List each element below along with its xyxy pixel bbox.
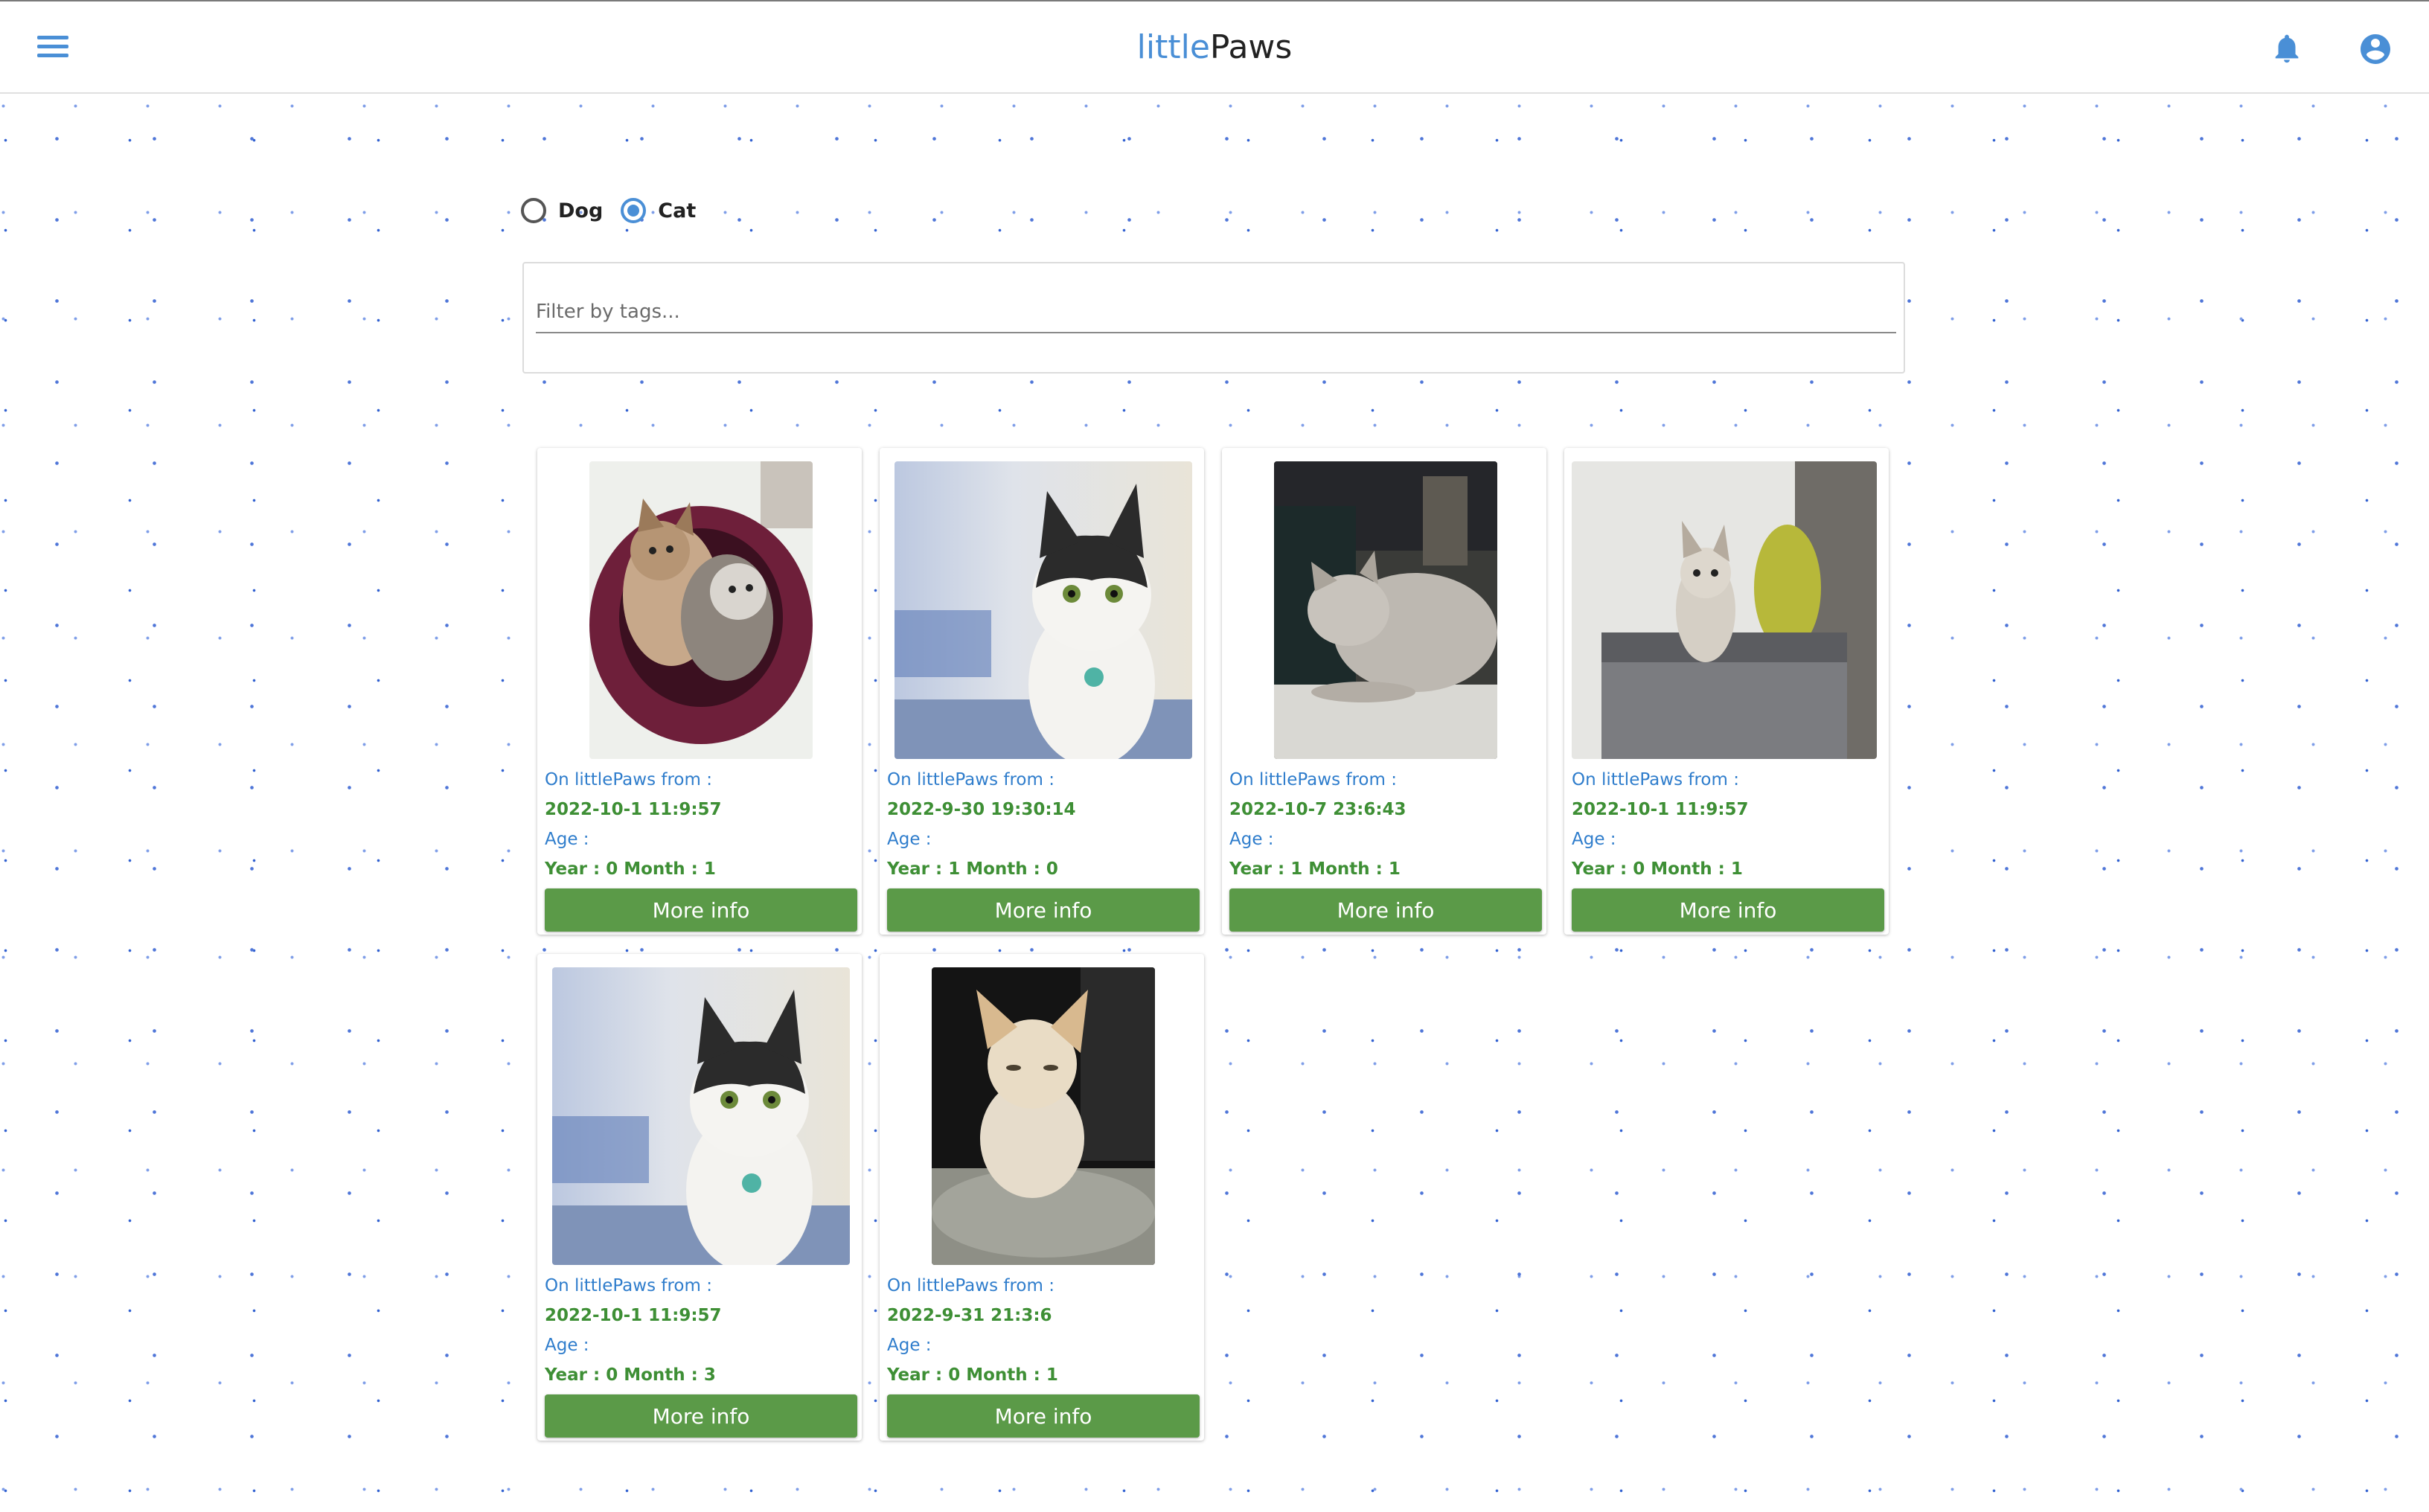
account-circle-icon[interactable] <box>2358 31 2393 67</box>
pet-card: On littlePaws from : 2022-9-30 19:30:14 … <box>880 448 1204 935</box>
pet-info: On littlePaws from : 2022-10-7 23:6:43 A… <box>1229 765 1406 884</box>
more-info-button[interactable]: More info <box>545 888 857 932</box>
tag-filter-input[interactable] <box>536 296 1896 333</box>
brand-light-text: little <box>1136 28 1210 66</box>
cat-photo <box>1572 461 1877 759</box>
tag-filter-panel <box>522 262 1905 374</box>
on-littlepaws-label: On littlePaws from : <box>887 1276 1055 1295</box>
cat-photo <box>932 967 1155 1265</box>
radio-option-dog[interactable]: Dog <box>521 198 603 223</box>
listing-date: 2022-10-1 11:9:57 <box>545 1306 722 1325</box>
cat-photo <box>1274 461 1497 759</box>
age-value: Year : 0 Month : 3 <box>545 1365 716 1385</box>
cat-photo <box>552 967 850 1265</box>
pet-card: On littlePaws from : 2022-10-1 11:9:57 A… <box>1564 448 1889 935</box>
top-app-bar: littlePaws <box>0 0 2429 94</box>
on-littlepaws-label: On littlePaws from : <box>545 770 712 789</box>
more-info-button[interactable]: More info <box>887 888 1200 932</box>
radio-label-cat: Cat <box>658 199 697 222</box>
on-littlepaws-label: On littlePaws from : <box>887 770 1055 789</box>
on-littlepaws-label: On littlePaws from : <box>1572 770 1739 789</box>
age-label: Age : <box>1572 830 1616 849</box>
more-info-button[interactable]: More info <box>1572 888 1884 932</box>
radio-option-cat[interactable]: Cat <box>621 198 696 223</box>
listing-date: 2022-9-31 21:3:6 <box>887 1306 1052 1325</box>
pet-info: On littlePaws from : 2022-10-1 11:9:57 A… <box>545 1271 722 1390</box>
brand-dark-text: Paws <box>1209 28 1293 66</box>
age-value: Year : 1 Month : 0 <box>887 859 1058 879</box>
age-value: Year : 0 Month : 1 <box>887 1365 1058 1385</box>
bell-icon[interactable] <box>2270 31 2304 65</box>
cat-photo <box>895 461 1192 759</box>
age-value: Year : 0 Month : 1 <box>545 859 716 879</box>
pet-card: On littlePaws from : 2022-10-1 11:9:57 A… <box>537 954 862 1441</box>
pet-card: On littlePaws from : 2022-10-1 11:9:57 A… <box>537 448 862 935</box>
pet-info: On littlePaws from : 2022-10-1 11:9:57 A… <box>545 765 722 884</box>
age-label: Age : <box>1229 830 1274 849</box>
species-radio-group: Dog Cat <box>521 198 696 223</box>
age-value: Year : 1 Month : 1 <box>1229 859 1401 879</box>
pet-card: On littlePaws from : 2022-10-7 23:6:43 A… <box>1222 448 1546 935</box>
age-label: Age : <box>545 1336 589 1355</box>
age-label: Age : <box>887 1336 932 1355</box>
on-littlepaws-label: On littlePaws from : <box>545 1276 712 1295</box>
age-label: Age : <box>545 830 589 849</box>
pet-info: On littlePaws from : 2022-9-30 19:30:14 … <box>887 765 1076 884</box>
on-littlepaws-label: On littlePaws from : <box>1229 770 1397 789</box>
more-info-button[interactable]: More info <box>545 1394 857 1438</box>
listing-date: 2022-10-1 11:9:57 <box>545 800 722 819</box>
listing-date: 2022-10-7 23:6:43 <box>1229 800 1406 819</box>
radio-label-dog: Dog <box>558 199 604 222</box>
age-label: Age : <box>887 830 932 849</box>
age-value: Year : 0 Month : 1 <box>1572 859 1743 879</box>
cat-photo <box>589 461 813 759</box>
radio-button-dog[interactable] <box>521 198 546 223</box>
listing-date: 2022-9-30 19:30:14 <box>887 800 1076 819</box>
more-info-button[interactable]: More info <box>887 1394 1200 1438</box>
more-info-button[interactable]: More info <box>1229 888 1542 932</box>
pet-info: On littlePaws from : 2022-9-31 21:3:6 Ag… <box>887 1271 1058 1390</box>
radio-button-cat[interactable] <box>621 198 647 223</box>
pet-info: On littlePaws from : 2022-10-1 11:9:57 A… <box>1572 765 1749 884</box>
listing-date: 2022-10-1 11:9:57 <box>1572 800 1749 819</box>
pet-card: On littlePaws from : 2022-9-31 21:3:6 Ag… <box>880 954 1204 1441</box>
app-logo: littlePaws <box>0 25 2429 70</box>
